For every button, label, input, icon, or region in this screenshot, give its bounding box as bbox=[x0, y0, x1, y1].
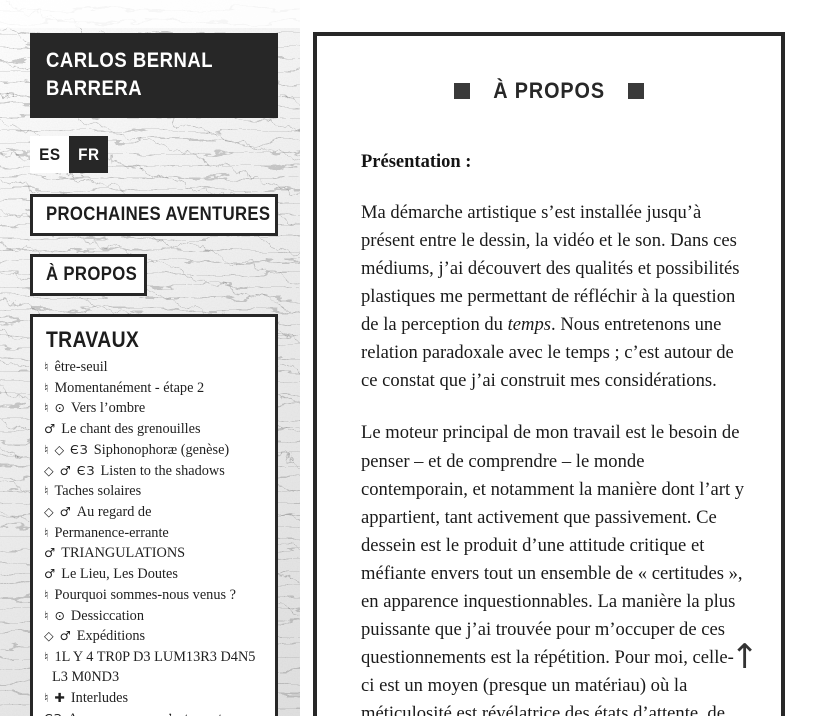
travaux-item-label: Interludes bbox=[70, 690, 129, 706]
travaux-list-item[interactable]: ♮ Momentanément - étape 2 bbox=[44, 378, 265, 398]
travaux-item-label: être-seuil bbox=[54, 359, 108, 375]
travaux-list-item[interactable]: ♮ ⊙ Vers l’ombre bbox=[44, 398, 265, 418]
travaux-list-item[interactable]: ♮ ⊙ Dessiccation bbox=[44, 606, 265, 626]
travaux-item-label: 1L Y 4 TR0P D3 LUM13R3 D4N5 L3 M0ND3 bbox=[52, 649, 256, 686]
language-option-es-label: ES bbox=[38, 144, 61, 164]
language-option-es[interactable]: ES bbox=[30, 136, 69, 173]
paragraph-1: Ma démarche artistique s’est installée j… bbox=[361, 199, 747, 395]
travaux-panel: TRAVAUX ♮ être-seuil ♮ Momentanément - ét… bbox=[30, 314, 278, 716]
travaux-list-item[interactable]: ♂ Le chant des grenouilles bbox=[44, 419, 265, 439]
content-panel: À PROPOS Présentation : Ma démarche arti… bbox=[313, 32, 785, 716]
presentation-subheading: Présentation : bbox=[361, 152, 472, 172]
travaux-list-item[interactable]: ♮ Pourquoi sommes-nous venus ? bbox=[44, 585, 265, 605]
page-title-text: À PROPOS bbox=[493, 78, 605, 103]
scroll-to-top-arrow-icon[interactable]: ↑ bbox=[731, 640, 760, 674]
paragraph-1-emphasis: temps bbox=[507, 314, 552, 336]
travaux-item-label: Pourquoi sommes-nous venus ? bbox=[54, 586, 236, 603]
travaux-item-label: Siphonophoræ (genèse) bbox=[93, 441, 230, 458]
nav-item-a-propos-label: À PROPOS bbox=[46, 264, 138, 285]
travaux-item-label: Le chant des grenouilles bbox=[61, 421, 201, 438]
travaux-list-item[interactable]: ♮ ✚ Interludes bbox=[44, 688, 265, 708]
square-bullet-right-icon bbox=[628, 83, 645, 99]
travaux-title: TRAVAUX bbox=[46, 327, 140, 352]
travaux-item-label: Listen to the shadows bbox=[100, 462, 225, 479]
nav-item-a-propos[interactable]: À PROPOS bbox=[30, 254, 147, 296]
page-title: À PROPOS bbox=[351, 78, 747, 104]
nav-item-prochaines-aventures[interactable]: PROCHAINES AVENTURES bbox=[30, 194, 278, 236]
travaux-item-label: Momentanément - étape 2 bbox=[54, 379, 205, 396]
travaux-list-item[interactable]: ♮ Taches solaires bbox=[44, 481, 265, 501]
travaux-item-label: Vers l’ombre bbox=[70, 400, 146, 417]
travaux-list: ♮ être-seuil ♮ Momentanément - étape 2 ♮ ⊙… bbox=[44, 357, 265, 716]
site-title: CARLOS BERNAL BARRERA bbox=[30, 33, 278, 119]
travaux-item-label: Taches solaires bbox=[54, 483, 142, 500]
travaux-list-item[interactable]: ◇ ♂ ЄЗ Listen to the shadows bbox=[44, 461, 265, 481]
travaux-list-item[interactable]: ♮ Permanence-errante bbox=[44, 523, 265, 543]
travaux-list-item[interactable]: ЄЗ Aucune mesure n’est exacte bbox=[44, 709, 265, 716]
travaux-item-label: Aucune mesure n’est exacte bbox=[68, 711, 229, 716]
travaux-list-item[interactable]: ◇ ♂ Au regard de bbox=[44, 502, 265, 522]
travaux-list-item[interactable]: ♮ 1L Y 4 TR0P D3 LUM13R3 D4N5 L3 M0ND3 bbox=[44, 647, 265, 687]
sidebar: CARLOS BERNAL BARRERA ES FR PROCHAINES A… bbox=[0, 0, 300, 716]
travaux-list-item[interactable]: ♂ Le Lieu, Les Doutes bbox=[44, 564, 265, 584]
travaux-list-item[interactable]: ♂ TRIANGULATIONS bbox=[44, 543, 265, 563]
language-option-fr[interactable]: FR bbox=[69, 136, 108, 173]
nav-item-prochaines-aventures-label: PROCHAINES AVENTURES bbox=[46, 204, 271, 225]
travaux-list-item[interactable]: ◇ ♂ Expéditions bbox=[44, 626, 265, 646]
square-bullet-left-icon bbox=[453, 83, 470, 99]
travaux-item-label: Au regard de bbox=[76, 504, 152, 521]
site-title-line-2: BARRERA bbox=[46, 76, 143, 100]
language-option-fr-label: FR bbox=[77, 144, 100, 164]
travaux-item-label: Expéditions bbox=[76, 628, 146, 645]
travaux-item-label: Le Lieu, Les Doutes bbox=[61, 566, 178, 583]
travaux-list-item[interactable]: ♮ ◇ ЄЗ Siphonophoræ (genèse) bbox=[44, 440, 265, 460]
travaux-list-item[interactable]: ♮ être-seuil bbox=[44, 357, 265, 377]
travaux-item-label: Dessiccation bbox=[70, 607, 144, 624]
site-title-line-1: CARLOS BERNAL bbox=[46, 49, 214, 72]
language-switcher[interactable]: ES FR bbox=[30, 136, 108, 173]
travaux-item-label: TRIANGULATIONS bbox=[61, 545, 186, 562]
travaux-item-label: Permanence-errante bbox=[54, 524, 169, 541]
paragraph-2: Le moteur principal de mon travail est l… bbox=[361, 422, 745, 716]
